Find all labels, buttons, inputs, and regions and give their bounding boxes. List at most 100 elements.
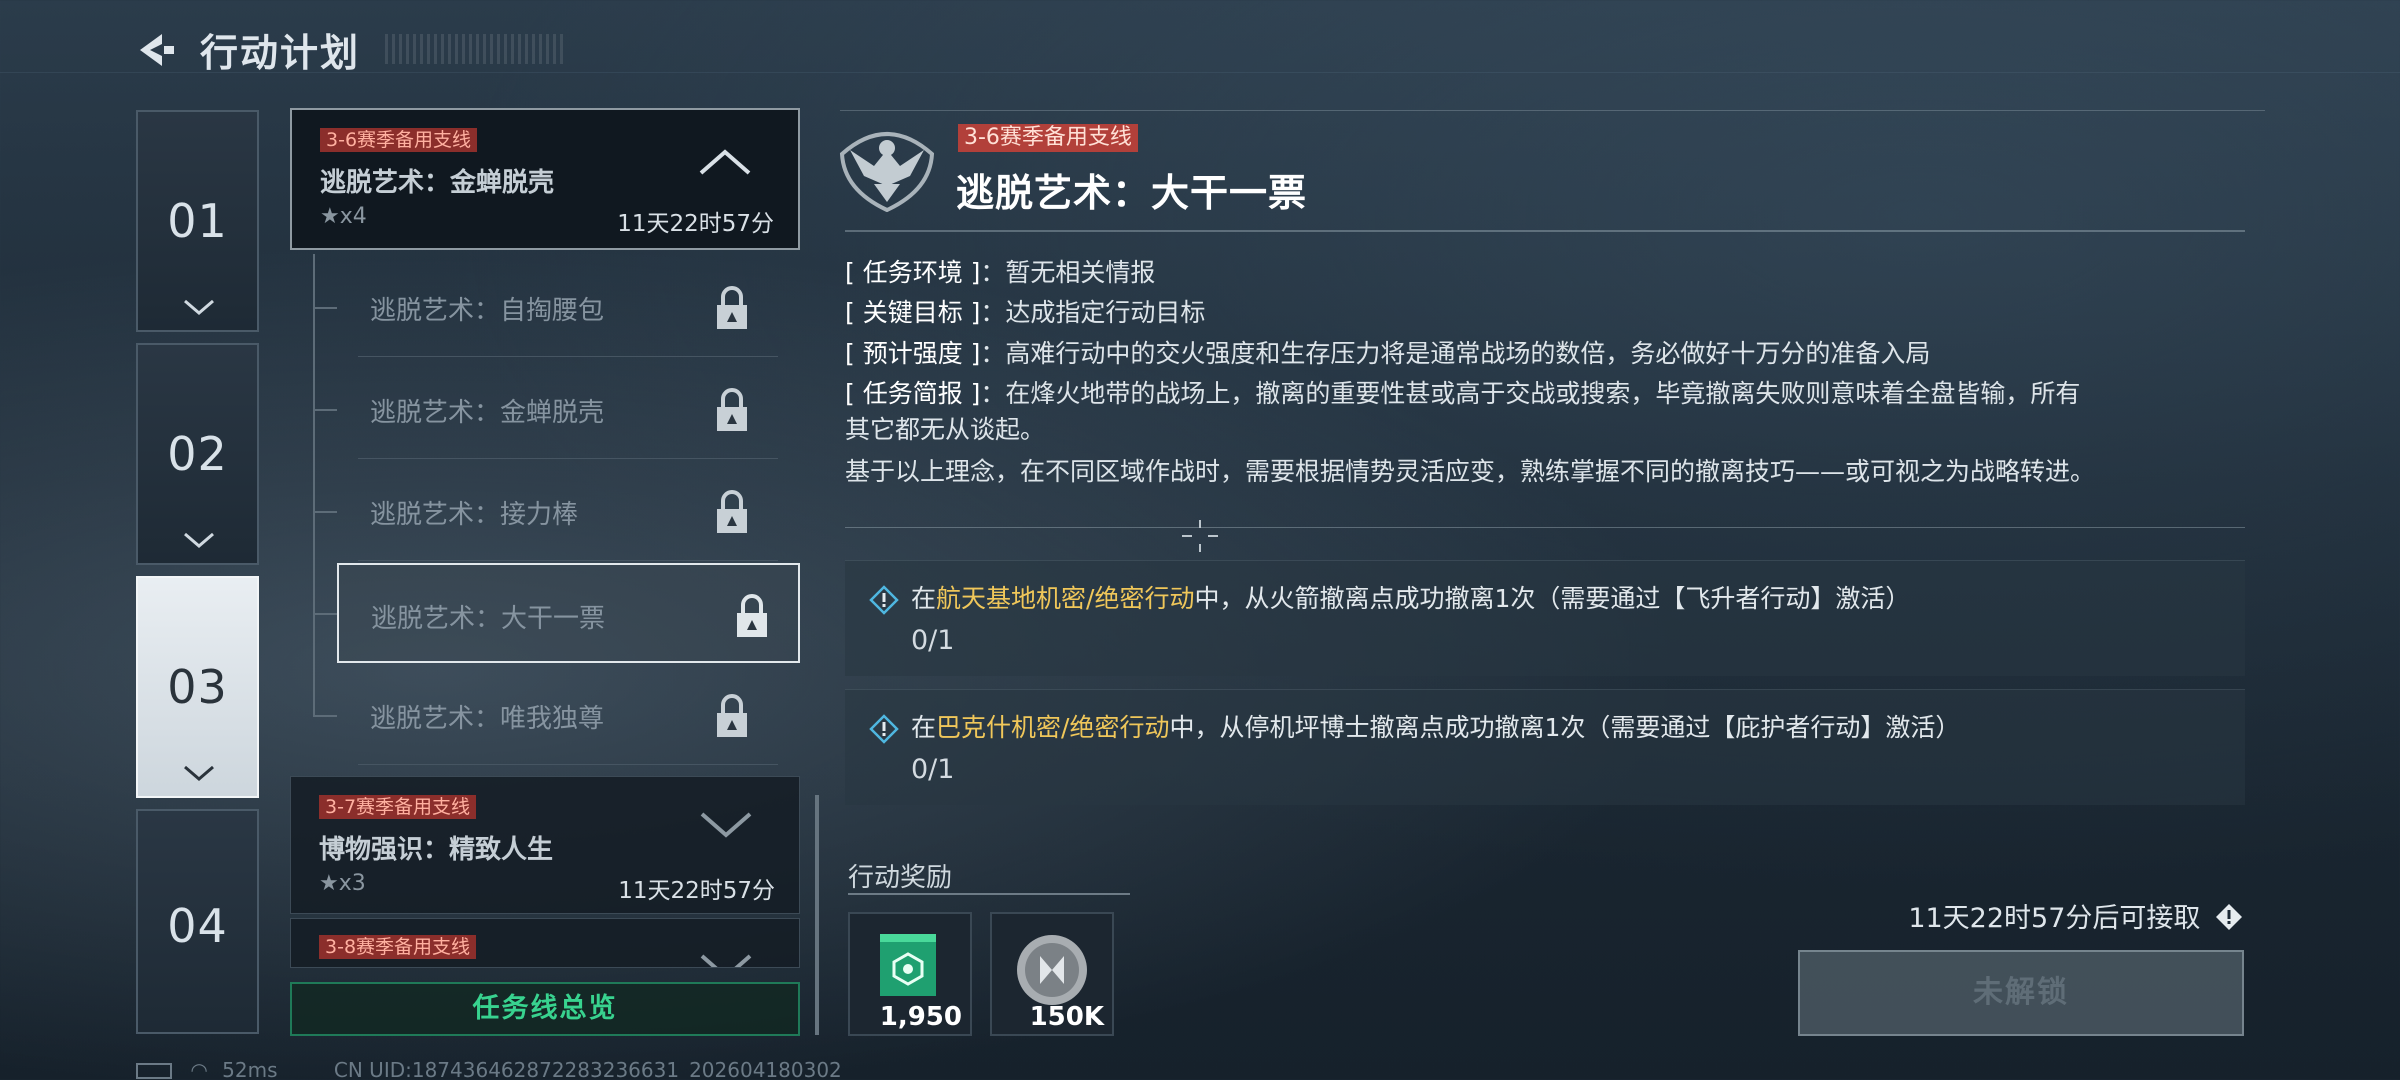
chapter-tab-01[interactable]: 01 bbox=[136, 110, 259, 332]
wifi-icon: ◠ bbox=[190, 1058, 208, 1080]
tree-connector bbox=[313, 409, 337, 411]
info-objective: [ 关键目标 ]：达成指定行动目标 bbox=[845, 293, 1205, 329]
mission-card[interactable]: 3-7赛季备用支线 博物强识：精致人生 ★x3 11天22时57分 bbox=[290, 776, 800, 914]
sub-mission-label: 逃脱艺术：自掏腰包 bbox=[370, 296, 605, 326]
mission-timer: 11天22时57分 bbox=[617, 211, 774, 237]
title-decoration bbox=[385, 34, 565, 64]
objective-prefix: 在 bbox=[911, 584, 937, 613]
mission-overview-button[interactable]: 任务线总览 bbox=[290, 982, 800, 1036]
mission-stars: ★x4 bbox=[320, 204, 367, 229]
info-key: [ 任务环境 ] bbox=[845, 258, 981, 287]
reward-item[interactable]: 150K bbox=[990, 912, 1114, 1036]
divider bbox=[845, 527, 2245, 528]
info-value: ：高难行动中的交火强度和生存压力将是通常战场的数倍，务必做好十万分的准备入局 bbox=[980, 339, 1931, 368]
objective-suffix: 中，从火箭撤离点成功撤离1次（需要通过【飞升者行动】激活） bbox=[1194, 584, 1911, 613]
reward-quantity: 1,950 bbox=[879, 1002, 962, 1032]
sub-mission-item[interactable]: 逃脱艺术：唯我独尊 bbox=[358, 665, 778, 765]
chapter-tab-04[interactable]: 04 bbox=[136, 809, 259, 1034]
reward-label: 行动奖励 bbox=[848, 863, 953, 893]
mission-title: 博物强识：精致人生 bbox=[319, 835, 554, 865]
battery-icon bbox=[136, 1063, 172, 1079]
chapter-tab-03[interactable]: 03 bbox=[136, 576, 259, 798]
objective-progress: 0/1 bbox=[911, 625, 955, 656]
tree-connector bbox=[313, 307, 337, 309]
crosshair-icon bbox=[1182, 520, 1218, 552]
info-value: ：暂无相关情报 bbox=[980, 258, 1156, 287]
tree-connector bbox=[313, 511, 337, 513]
divider bbox=[845, 230, 2245, 232]
chevron-down-icon bbox=[700, 954, 752, 967]
alert-diamond-icon bbox=[869, 714, 899, 744]
ping-text: 52ms bbox=[222, 1058, 278, 1080]
status-bar: ◠ 52ms CN UID:187436462872283236631_2026… bbox=[136, 1058, 842, 1080]
locked-button[interactable]: 未解锁 bbox=[1798, 950, 2244, 1036]
alert-diamond-icon bbox=[869, 585, 899, 615]
lock-icon bbox=[717, 490, 747, 533]
chapter-number: 02 bbox=[167, 427, 228, 481]
season-tag: 3-6赛季备用支线 bbox=[320, 128, 478, 152]
tree-connector bbox=[313, 254, 315, 716]
claim-time: 11天22时57分后可接取 bbox=[1908, 896, 2243, 935]
info-key: [ 关键目标 ] bbox=[845, 298, 981, 327]
sub-mission-item[interactable]: 逃脱艺术：接力棒 bbox=[358, 461, 778, 561]
objective-prefix: 在 bbox=[911, 713, 937, 742]
objective-progress: 0/1 bbox=[911, 754, 955, 785]
chapter-number: 04 bbox=[167, 899, 228, 953]
chapter-tab-02[interactable]: 02 bbox=[136, 343, 259, 565]
chapter-number: 01 bbox=[167, 194, 228, 248]
info-environment: [ 任务环境 ]：暂无相关情报 bbox=[845, 253, 1155, 289]
tree-connector bbox=[313, 613, 337, 615]
season-tag: 3-6赛季备用支线 bbox=[958, 124, 1138, 152]
mission-detail-title: 逃脱艺术：大干一票 bbox=[956, 171, 1308, 215]
mission-card-open[interactable]: 3-6赛季备用支线 逃脱艺术：金蝉脱壳 ★x4 11天22时57分 bbox=[290, 108, 800, 250]
info-briefing: [ 任务简报 ]：在烽火地带的战场上，撤离的重要性甚或高于交战或搜索，毕竟撤离失… bbox=[845, 374, 2080, 410]
info-intensity: [ 预计强度 ]：高难行动中的交火强度和生存压力将是通常战场的数倍，务必做好十万… bbox=[845, 334, 1930, 370]
sub-mission-label: 逃脱艺术：大干一票 bbox=[371, 604, 606, 634]
bg-line bbox=[840, 110, 2265, 111]
mission-stars: ★x3 bbox=[319, 871, 366, 896]
chevron-down-icon[interactable] bbox=[699, 811, 753, 839]
season-tag: 3-7赛季备用支线 bbox=[319, 795, 477, 819]
sub-mission-label: 逃脱艺术：接力棒 bbox=[370, 500, 579, 530]
sub-mission-item[interactable]: 逃脱艺术：自掏腰包 bbox=[358, 257, 778, 357]
tree-connector bbox=[313, 715, 337, 717]
divider bbox=[848, 893, 1130, 895]
reward-item[interactable]: 1,950 bbox=[848, 912, 972, 1036]
objective-text: 在巴克什机密/绝密行动中，从停机坪博士撤离点成功撤离1次（需要通过【庇护者行动】… bbox=[911, 708, 1960, 744]
page-title: 行动计划 bbox=[200, 31, 361, 75]
chevron-down-icon bbox=[184, 532, 214, 548]
info-value: ：达成指定行动目标 bbox=[980, 298, 1206, 327]
sub-mission-label: 逃脱艺术：金蝉脱壳 bbox=[370, 398, 605, 428]
objective-location: 航天基地机密/绝密行动 bbox=[936, 584, 1195, 613]
mission-timer: 11天22时57分 bbox=[618, 878, 775, 904]
back-arrow-icon[interactable] bbox=[132, 30, 176, 70]
eagle-emblem-icon bbox=[839, 132, 935, 212]
info-value: ：在烽火地带的战场上，撤离的重要性甚或高于交战或搜索，毕竟撤离失败则意味着全盘皆… bbox=[980, 379, 2081, 408]
objective-text: 在航天基地机密/绝密行动中，从火箭撤离点成功撤离1次（需要通过【飞升者行动】激活… bbox=[911, 579, 1910, 615]
season-tag: 3-8赛季备用支线 bbox=[319, 935, 477, 959]
claim-time-text: 11天22时57分后可接取 bbox=[1908, 903, 2201, 934]
lock-icon bbox=[717, 694, 747, 737]
sub-mission-item[interactable]: 逃脱艺术：金蝉脱壳 bbox=[358, 359, 778, 459]
list-scrollbar[interactable] bbox=[815, 795, 819, 1035]
info-diamond-icon[interactable] bbox=[2215, 903, 2243, 931]
chevron-down-icon bbox=[184, 299, 214, 315]
objective-box: 在航天基地机密/绝密行动中，从火箭撤离点成功撤离1次（需要通过【飞升者行动】激活… bbox=[845, 560, 2245, 676]
lock-icon bbox=[737, 594, 767, 637]
sub-mission-item-selected[interactable]: 逃脱艺术：大干一票 bbox=[337, 563, 800, 663]
objective-suffix: 中，从停机坪博士撤离点成功撤离1次（需要通过【庇护者行动】激活） bbox=[1169, 713, 1961, 742]
chevron-up-icon[interactable] bbox=[698, 148, 752, 176]
mission-title: 逃脱艺术：金蝉脱壳 bbox=[320, 168, 555, 198]
coin-icon bbox=[1017, 935, 1087, 1005]
briefing-paragraph: 基于以上理念，在不同区域作战时，需要根据情势灵活应变，熟练掌握不同的撤离技巧——… bbox=[845, 457, 2096, 486]
reward-quantity: 150K bbox=[1029, 1002, 1104, 1032]
chapter-number: 03 bbox=[167, 660, 228, 714]
mission-card[interactable]: 3-8赛季备用支线 bbox=[290, 918, 800, 968]
info-key: [ 预计强度 ] bbox=[845, 339, 981, 368]
briefing-continued: 其它都无从谈起。 bbox=[845, 415, 1046, 444]
uid-text: CN UID:187436462872283236631_20260418030… bbox=[333, 1058, 842, 1080]
chevron-down-icon bbox=[184, 765, 214, 781]
lock-icon bbox=[717, 286, 747, 329]
xp-card-icon bbox=[880, 934, 936, 996]
info-key: [ 任务简报 ] bbox=[845, 379, 981, 408]
